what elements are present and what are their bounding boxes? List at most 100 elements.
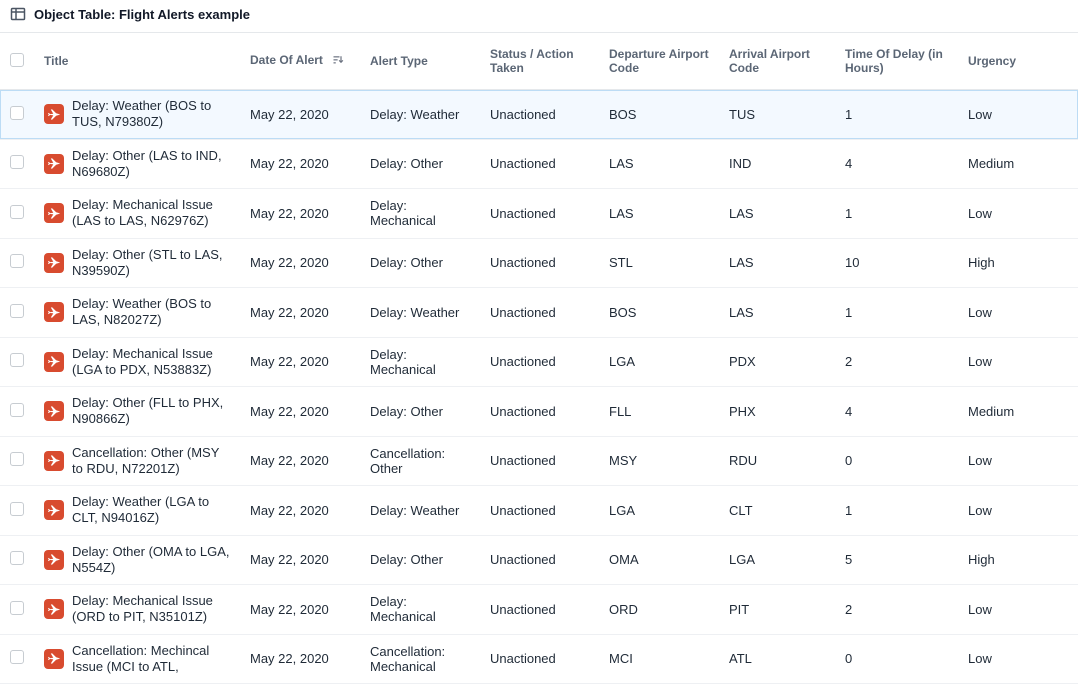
cell-urgency: High: [958, 535, 1078, 585]
table-row[interactable]: Delay: Mechanical Issue (ORD to PIT, N35…: [0, 585, 1078, 635]
column-header-checkbox[interactable]: [0, 33, 34, 90]
row-title-text: Delay: Mechanical Issue (LGA to PDX, N53…: [72, 346, 230, 379]
cell-type: Delay: Mechanical: [360, 189, 480, 239]
column-header-departure[interactable]: Departure Airport Code: [599, 33, 719, 90]
table-row[interactable]: Delay: Mechanical Issue (LAS to LAS, N62…: [0, 189, 1078, 239]
cell-checkbox: [0, 139, 34, 189]
cell-urgency: Low: [958, 288, 1078, 338]
cell-delay: 4: [835, 387, 958, 437]
row-checkbox[interactable]: [10, 155, 24, 169]
row-checkbox[interactable]: [10, 106, 24, 120]
row-checkbox[interactable]: [10, 650, 24, 664]
cell-date: May 22, 2020: [240, 387, 360, 437]
cell-delay: 2: [835, 585, 958, 635]
cell-departure: LGA: [599, 486, 719, 536]
cell-type: Cancellation: Other: [360, 436, 480, 486]
cell-status: Unactioned: [480, 387, 599, 437]
row-checkbox[interactable]: [10, 353, 24, 367]
column-header-status[interactable]: Status / Action Taken: [480, 33, 599, 90]
cell-delay: 10: [835, 238, 958, 288]
column-header-urgency[interactable]: Urgency: [958, 33, 1078, 90]
row-checkbox[interactable]: [10, 205, 24, 219]
cell-date: May 22, 2020: [240, 436, 360, 486]
table-row[interactable]: Cancellation: Mechincal Issue (MCI to AT…: [0, 634, 1078, 684]
table-row[interactable]: Delay: Mechanical Issue (LGA to PDX, N53…: [0, 337, 1078, 387]
row-checkbox[interactable]: [10, 254, 24, 268]
row-checkbox[interactable]: [10, 601, 24, 615]
row-checkbox[interactable]: [10, 502, 24, 516]
table-icon: [10, 6, 26, 22]
row-checkbox[interactable]: [10, 304, 24, 318]
select-all-checkbox[interactable]: [10, 53, 24, 67]
cell-arrival: IND: [719, 139, 835, 189]
sort-descending-icon: [332, 54, 344, 69]
cell-date: May 22, 2020: [240, 634, 360, 684]
column-header-arrival[interactable]: Arrival Airport Code: [719, 33, 835, 90]
cell-title: Delay: Weather (BOS to LAS, N82027Z): [34, 288, 240, 338]
flight-alert-icon: [44, 451, 64, 471]
cell-delay: 4: [835, 139, 958, 189]
flight-alert-icon: [44, 154, 64, 174]
table-header-row: Title Date Of Alert Alert Type Status / …: [0, 33, 1078, 90]
cell-date: May 22, 2020: [240, 90, 360, 140]
cell-type: Delay: Mechanical: [360, 585, 480, 635]
flight-alert-icon: [44, 104, 64, 124]
cell-delay: 1: [835, 189, 958, 239]
column-header-title[interactable]: Title: [34, 33, 240, 90]
cell-date: May 22, 2020: [240, 535, 360, 585]
cell-checkbox: [0, 634, 34, 684]
column-header-delay[interactable]: Time Of Delay (in Hours): [835, 33, 958, 90]
table-row[interactable]: Delay: Other (FLL to PHX, N90866Z) May 2…: [0, 387, 1078, 437]
cell-checkbox: [0, 387, 34, 437]
row-checkbox[interactable]: [10, 403, 24, 417]
cell-status: Unactioned: [480, 288, 599, 338]
row-title-text: Delay: Mechanical Issue (ORD to PIT, N35…: [72, 593, 230, 626]
table-row[interactable]: Delay: Other (OMA to LGA, N554Z) May 22,…: [0, 535, 1078, 585]
cell-title: Delay: Mechanical Issue (LAS to LAS, N62…: [34, 189, 240, 239]
cell-type: Cancellation: Mechanical: [360, 634, 480, 684]
column-header-type[interactable]: Alert Type: [360, 33, 480, 90]
page-header: Object Table: Flight Alerts example: [0, 0, 1078, 32]
cell-title: Cancellation: Other (MSY to RDU, N72201Z…: [34, 436, 240, 486]
cell-title: Delay: Weather (LGA to CLT, N94016Z): [34, 486, 240, 536]
cell-urgency: Low: [958, 436, 1078, 486]
cell-departure: OMA: [599, 535, 719, 585]
cell-delay: 1: [835, 90, 958, 140]
cell-departure: LAS: [599, 139, 719, 189]
cell-departure: MSY: [599, 436, 719, 486]
row-title-text: Cancellation: Mechincal Issue (MCI to AT…: [72, 643, 230, 676]
row-checkbox[interactable]: [10, 551, 24, 565]
cell-arrival: LGA: [719, 535, 835, 585]
table-row[interactable]: Delay: Weather (BOS to LAS, N82027Z) May…: [0, 288, 1078, 338]
cell-departure: MCI: [599, 634, 719, 684]
flight-alert-icon: [44, 599, 64, 619]
cell-status: Unactioned: [480, 535, 599, 585]
cell-type: Delay: Weather: [360, 486, 480, 536]
table-row[interactable]: Delay: Other (STL to LAS, N39590Z) May 2…: [0, 238, 1078, 288]
cell-status: Unactioned: [480, 90, 599, 140]
cell-type: Delay: Weather: [360, 288, 480, 338]
flight-alert-icon: [44, 550, 64, 570]
cell-checkbox: [0, 90, 34, 140]
cell-title: Delay: Other (STL to LAS, N39590Z): [34, 238, 240, 288]
cell-urgency: Low: [958, 486, 1078, 536]
cell-urgency: High: [958, 238, 1078, 288]
cell-departure: LGA: [599, 337, 719, 387]
cell-checkbox: [0, 486, 34, 536]
cell-arrival: LAS: [719, 288, 835, 338]
cell-type: Delay: Other: [360, 238, 480, 288]
row-checkbox[interactable]: [10, 452, 24, 466]
cell-arrival: PHX: [719, 387, 835, 437]
cell-departure: BOS: [599, 288, 719, 338]
cell-date: May 22, 2020: [240, 486, 360, 536]
cell-checkbox: [0, 288, 34, 338]
table-row[interactable]: Cancellation: Other (MSY to RDU, N72201Z…: [0, 436, 1078, 486]
table-row[interactable]: Delay: Weather (BOS to TUS, N79380Z) May…: [0, 90, 1078, 140]
column-header-date[interactable]: Date Of Alert: [240, 33, 360, 90]
table-row[interactable]: Delay: Other (LAS to IND, N69680Z) May 2…: [0, 139, 1078, 189]
cell-status: Unactioned: [480, 634, 599, 684]
cell-type: Delay: Weather: [360, 90, 480, 140]
cell-delay: 0: [835, 634, 958, 684]
cell-departure: STL: [599, 238, 719, 288]
table-row[interactable]: Delay: Weather (LGA to CLT, N94016Z) May…: [0, 486, 1078, 536]
